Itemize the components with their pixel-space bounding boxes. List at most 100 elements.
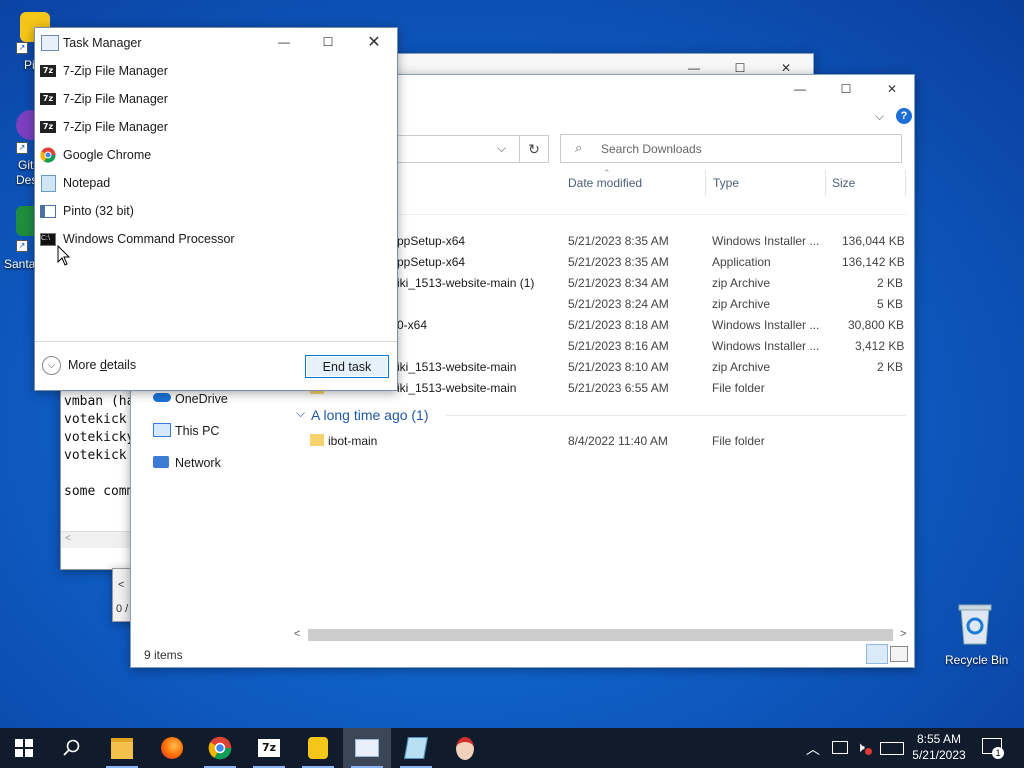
taskbar-chrome[interactable] <box>196 728 244 768</box>
santa-icon <box>456 736 474 760</box>
file-name: iki_1513-website-main (1) <box>397 276 535 290</box>
7zip-icon: 7z <box>40 119 56 135</box>
notepad-line <box>64 465 134 483</box>
search-icon: ⌕ <box>575 140 583 155</box>
scroll-left-icon[interactable]: < <box>118 579 124 591</box>
file-size: 136,142 KB <box>842 255 905 269</box>
file-name: iki_1513-website-main <box>397 360 517 374</box>
notification-count: 1 <box>992 747 1004 759</box>
refresh-icon[interactable]: ↻ <box>519 135 549 163</box>
notepad-icon <box>40 174 56 192</box>
taskbar-firefox[interactable] <box>148 728 196 768</box>
scroll-right-icon[interactable]: > <box>900 628 906 640</box>
column-date-modified[interactable]: Date modified <box>568 176 642 190</box>
scroll-left-icon[interactable]: < <box>65 533 71 544</box>
column-divider[interactable] <box>905 170 906 196</box>
notepad-hscrollbar[interactable]: < <box>61 531 131 548</box>
clock-date: 5/21/2023 <box>912 748 966 762</box>
file-date: 5/21/2023 8:35 AM <box>568 255 669 269</box>
column-size[interactable]: Size <box>832 176 855 190</box>
file-name: ibot-main <box>328 434 378 448</box>
notepad-line: votekick <box>64 412 127 427</box>
shortcut-arrow-icon: ↗ <box>16 42 28 54</box>
taskbar-notepad[interactable] <box>392 728 440 768</box>
taskbar-7zip[interactable]: 7z <box>245 728 293 768</box>
chevron-down-icon[interactable]: ⌵ <box>296 406 305 421</box>
notification-center-button[interactable]: 1 <box>982 738 1004 759</box>
divider <box>35 341 397 342</box>
column-type[interactable]: Type <box>713 176 739 190</box>
file-type: Windows Installer ... <box>712 339 820 353</box>
clock-time: 8:55 AM <box>916 732 962 746</box>
window-title: Task Manager <box>63 36 142 50</box>
more-details-label: More details <box>68 358 137 372</box>
notepad-line: some comm <box>64 484 135 499</box>
file-type: Windows Installer ... <box>712 318 820 332</box>
ribbon-expand-icon[interactable]: ⌵ <box>875 109 884 124</box>
file-size: 5 KB <box>877 297 904 311</box>
notepad-status: 0 / <box>116 603 129 615</box>
app-list-item[interactable]: Pinto (32 bit) <box>40 201 134 221</box>
file-type: Application <box>712 255 771 269</box>
close-icon[interactable]: ✕ <box>351 28 397 56</box>
file-name: ppSetup-x64 <box>397 234 466 248</box>
7zip-icon: 7z <box>40 91 56 107</box>
taskbar-task-manager[interactable] <box>343 728 391 768</box>
volume-muted-icon[interactable]: 🕨 <box>856 739 865 756</box>
taskbar-pinto[interactable] <box>294 728 342 768</box>
file-type: zip Archive <box>712 276 771 290</box>
file-date: 5/21/2023 8:24 AM <box>568 297 669 311</box>
taskbar-santa[interactable] <box>441 728 489 768</box>
search-placeholder: Search Downloads <box>601 142 702 156</box>
taskbar: 7z ︿ 🕨 8:55 AM 5/21/2023 1 <box>0 728 1024 768</box>
start-button[interactable] <box>0 728 48 768</box>
shortcut-arrow-icon: ↗ <box>16 240 28 252</box>
file-date: 5/21/2023 8:18 AM <box>568 318 669 332</box>
app-list-item[interactable]: 7z 7-Zip File Manager <box>40 117 168 137</box>
end-task-button[interactable]: End task <box>305 355 389 378</box>
chrome-icon <box>40 147 56 163</box>
column-divider[interactable] <box>825 170 826 196</box>
search-input[interactable]: ⌕ Search Downloads <box>560 134 902 163</box>
error-badge-icon <box>865 748 872 755</box>
notepad-line: votekicky <box>64 430 135 445</box>
close-icon[interactable]: ✕ <box>869 75 915 103</box>
search-button[interactable] <box>48 728 96 768</box>
file-type: Windows Installer ... <box>712 234 820 248</box>
details-view-icon[interactable] <box>866 644 888 664</box>
nav-label: Network <box>175 456 221 470</box>
chevron-up-icon[interactable]: ︿ <box>806 739 820 759</box>
divider <box>446 415 906 416</box>
chevron-down-icon[interactable]: ⌵ <box>497 141 506 156</box>
app-list-item[interactable]: 7z 7-Zip File Manager <box>40 89 168 109</box>
keyboard-icon[interactable] <box>880 742 904 755</box>
minimize-icon[interactable]: — <box>261 28 307 56</box>
desktop-icon-label: Santa <box>4 257 36 271</box>
file-date: 5/21/2023 6:55 AM <box>568 381 669 395</box>
file-name: ppSetup-x64 <box>397 255 466 269</box>
minimize-icon[interactable]: — <box>777 75 823 103</box>
7zip-icon: 7z <box>40 63 56 79</box>
scroll-left-icon[interactable]: < <box>294 628 300 640</box>
clock[interactable]: 8:55 AM 5/21/2023 <box>906 731 972 763</box>
explorer-hscrollbar[interactable]: < > <box>292 627 912 643</box>
maximize-icon[interactable]: ☐ <box>305 28 351 56</box>
nav-label: OneDrive <box>175 392 228 406</box>
file-size: 3,412 KB <box>855 339 905 353</box>
notepad-line: votekick <box>64 448 127 463</box>
help-icon[interactable]: ? <box>896 108 912 124</box>
network-icon[interactable] <box>832 741 848 754</box>
pinto-icon <box>40 203 56 219</box>
file-size: 136,044 KB <box>842 234 905 248</box>
scrollbar-thumb[interactable] <box>308 629 893 641</box>
app-list-item[interactable]: Notepad <box>40 173 110 193</box>
app-list-item[interactable]: Google Chrome <box>40 145 151 165</box>
taskbar-file-explorer[interactable] <box>98 728 146 768</box>
maximize-icon[interactable]: ☐ <box>823 75 869 103</box>
task-manager-icon <box>355 739 379 757</box>
column-divider[interactable] <box>705 170 706 196</box>
app-list-item[interactable]: 7z 7-Zip File Manager <box>40 61 168 81</box>
file-type: zip Archive <box>712 297 771 311</box>
large-icons-view-icon[interactable] <box>890 646 908 662</box>
folder-icon <box>111 737 133 759</box>
